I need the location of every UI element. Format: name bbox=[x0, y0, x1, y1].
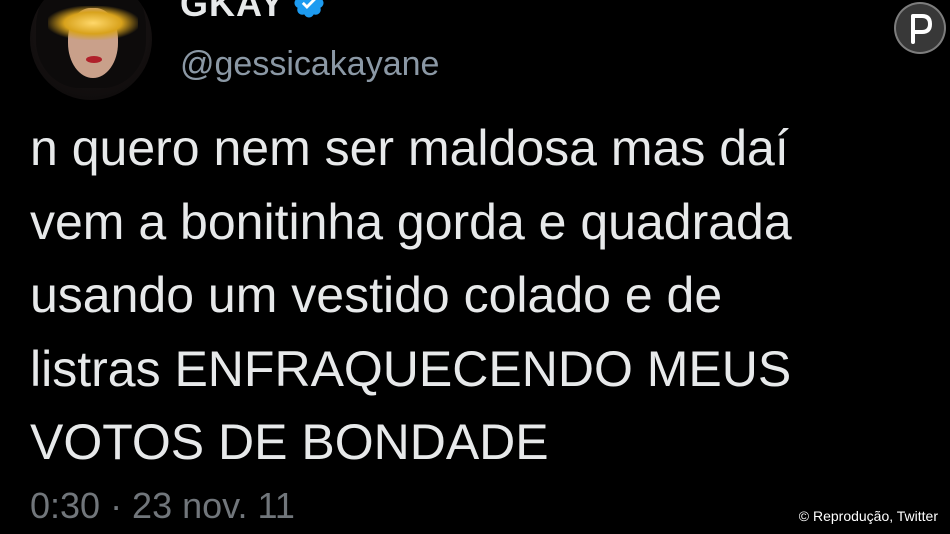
tweet-text: n quero nem ser maldosa mas daí vem a bo… bbox=[30, 112, 930, 480]
verified-badge-icon bbox=[294, 0, 324, 18]
purepeople-logo-icon bbox=[894, 2, 946, 54]
user-handle[interactable]: @gessicakayane bbox=[180, 45, 439, 83]
tweet-line: VOTOS DE BONDADE bbox=[30, 414, 549, 470]
avatar-lips bbox=[86, 56, 102, 63]
tweet-line: vem a bonitinha gorda e quadrada bbox=[30, 193, 792, 250]
avatar[interactable] bbox=[30, 0, 152, 100]
display-name[interactable]: GKAY bbox=[180, 0, 285, 22]
photo-credit: © Reprodução, Twitter bbox=[798, 508, 938, 524]
tweet-line: listras ENFRAQUECENDO MEUS bbox=[30, 340, 792, 397]
logo-p-icon bbox=[911, 14, 933, 44]
tweet-line: n quero nem ser maldosa mas daí bbox=[30, 120, 789, 176]
tweet-timestamp[interactable]: 0:30 · 23 nov. 11 bbox=[30, 486, 295, 526]
tweet-line: usando um vestido colado e de bbox=[30, 267, 723, 323]
avatar-gold-mask bbox=[48, 6, 138, 40]
